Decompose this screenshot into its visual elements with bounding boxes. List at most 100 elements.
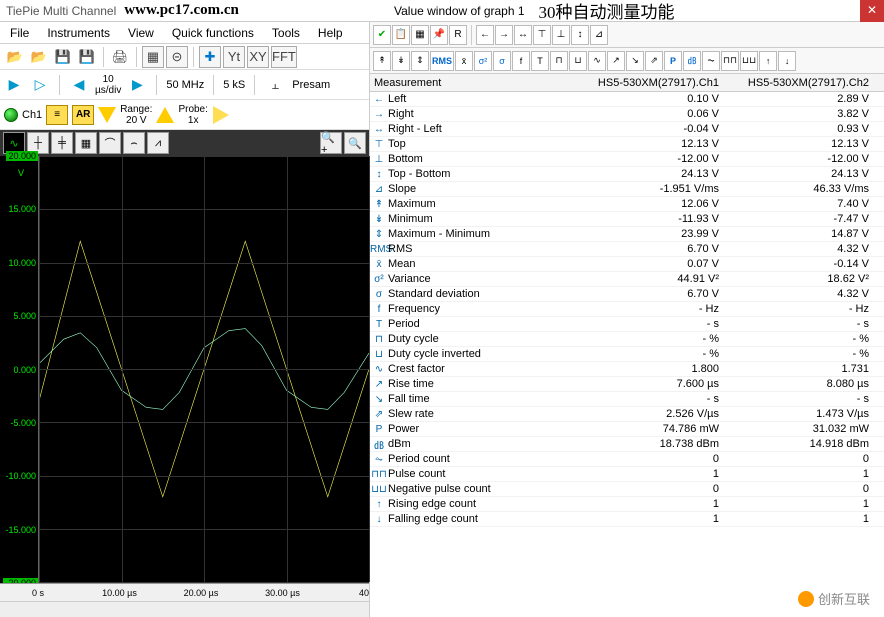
vw-crest-icon[interactable]: ∿ [588,51,606,71]
save-icon[interactable]: 💾 [52,46,74,68]
col-ch2[interactable]: HS5-530XM(27917).Ch2 [725,77,875,89]
vw-max-icon[interactable]: ↟ [373,51,391,71]
menu-instruments[interactable]: Instruments [47,26,110,40]
dec-timebase[interactable]: ◀ [69,75,89,95]
fft-icon[interactable]: FFT [271,46,297,68]
table-row[interactable]: PPower74.786 mW31.032 mW [370,422,884,437]
saveas-icon[interactable]: 💾 [76,46,98,68]
menu-tools[interactable]: Tools [272,26,300,40]
probe-icon[interactable] [213,106,229,124]
table-row[interactable]: ↡Minimum-11.93 V-7.47 V [370,212,884,227]
vw-npulse-icon[interactable]: ⊔⊔ [740,51,758,71]
yt-icon[interactable]: Yt [223,46,245,68]
interp2-icon[interactable]: ⌢ [123,132,145,154]
table-row[interactable]: ↗Rise time7.600 µs8.080 µs [370,377,884,392]
vw-rise-icon[interactable]: ↗ [607,51,625,71]
vw-period-icon[interactable]: T [531,51,549,71]
vw-fall-icon[interactable]: ↘ [626,51,644,71]
vw-var-icon[interactable]: σ² [474,51,492,71]
table-row[interactable]: ⊓⊓Pulse count11 [370,467,884,482]
vw-freq-icon[interactable]: f [512,51,530,71]
table-row[interactable]: ⇕Maximum - Minimum23.99 V14.87 V [370,227,884,242]
vw-dutyi-icon[interactable]: ⊔ [569,51,587,71]
vw-mm-icon[interactable]: ⇕ [411,51,429,71]
vw-slope-icon[interactable]: ⊿ [590,25,608,45]
vw-dbm-icon[interactable]: ㏈ [683,51,701,71]
vw-copy-icon[interactable]: 📋 [392,25,410,45]
table-row[interactable]: ↓Falling edge count11 [370,512,884,527]
vw-redge-icon[interactable]: ↑ [759,51,777,71]
print-icon[interactable]: 🖨 [109,46,131,68]
table-row[interactable]: ㏈dBm18.738 dBm14.918 dBm [370,437,884,452]
vw-pc-icon[interactable]: ⏦ [702,51,720,71]
vw-power-icon[interactable]: P [664,51,682,71]
menu-help[interactable]: Help [318,26,343,40]
vw-bot-icon[interactable]: ⊥ [552,25,570,45]
table-row[interactable]: ∿Crest factor1.8001.731 [370,362,884,377]
table-row[interactable]: TPeriod- s- s [370,317,884,332]
timebase-label[interactable]: 10µs/div [95,74,121,96]
plot-canvas[interactable] [38,156,369,583]
interp1-icon[interactable]: ⌒ [99,132,121,154]
table-row[interactable]: ↘Fall time- s- s [370,392,884,407]
table-row[interactable]: ⊔⊔Negative pulse count00 [370,482,884,497]
meter-icon[interactable]: ⊝ [166,46,188,68]
presample-label[interactable]: Presam [292,79,330,91]
vw-left-icon[interactable]: ← [476,25,494,45]
table-row[interactable]: →Right0.06 V3.82 V [370,107,884,122]
ch1-color-icon[interactable]: ≡ [46,105,68,125]
menu-file[interactable]: File [10,26,29,40]
inc-range-icon[interactable] [156,107,174,123]
graph-area[interactable]: 20.00015.00010.0005.0000.000-5.000-10.00… [0,156,369,583]
table-row[interactable]: ⊤Top12.13 V12.13 V [370,137,884,152]
h-scrollbar[interactable] [0,601,369,617]
table-row[interactable]: ⊿Slope-1.951 V/ms46.33 V/ms [370,182,884,197]
table-row[interactable]: x̄Mean0.07 V-0.14 V [370,257,884,272]
table-row[interactable]: ↑Rising edge count11 [370,497,884,512]
recent-icon[interactable]: 📂 [28,46,50,68]
vw-pin-icon[interactable]: 📌 [430,25,448,45]
dec-range-icon[interactable] [98,107,116,123]
interp3-icon[interactable]: ⩘ [147,132,169,154]
inc-timebase[interactable]: ▶ [127,75,147,95]
vw-lr-icon[interactable]: ↔ [514,25,532,45]
run-button[interactable]: ▶ [4,75,24,95]
vw-std-icon[interactable]: σ [493,51,511,71]
zoom-in-icon[interactable]: 🔍+ [320,132,342,154]
table-row[interactable]: σStandard deviation6.70 V4.32 V [370,287,884,302]
table-row[interactable]: ⊥Bottom-12.00 V-12.00 V [370,152,884,167]
zoom-out-icon[interactable]: 🔍 [344,132,366,154]
vw-right-icon[interactable]: → [495,25,513,45]
table-row[interactable]: ↟Maximum12.06 V7.40 V [370,197,884,212]
col-ch1[interactable]: HS5-530XM(27917).Ch1 [570,77,725,89]
table-row[interactable]: ↕Top - Bottom24.13 V24.13 V [370,167,884,182]
vw-pulse-icon[interactable]: ⊓⊓ [721,51,739,71]
vw-min-icon[interactable]: ↡ [392,51,410,71]
table-row[interactable]: ⏦Period count00 [370,452,884,467]
table-row[interactable]: ⊓Duty cycle- %- % [370,332,884,347]
table-row[interactable]: ⇗Slew rate2.526 V/µs1.473 V/µs [370,407,884,422]
table-row[interactable]: ←Left0.10 V2.89 V [370,92,884,107]
cursor2-icon[interactable]: ╪ [51,132,73,154]
add-icon[interactable]: ✚ [199,46,221,68]
vw-top-icon[interactable]: ⊤ [533,25,551,45]
vw-check-icon[interactable]: ✔ [373,25,391,45]
vw-rms-icon[interactable]: RMS [430,51,454,71]
vw-tb-icon[interactable]: ↕ [571,25,589,45]
sample-count[interactable]: 5 kS [223,79,245,91]
single-button[interactable]: ▷ [30,75,50,95]
grid-icon[interactable]: ▦ [75,132,97,154]
vw-fedge-icon[interactable]: ↓ [778,51,796,71]
close-button[interactable]: ✕ [860,0,884,22]
menu-quick[interactable]: Quick functions [172,26,254,40]
table-row[interactable]: fFrequency- Hz- Hz [370,302,884,317]
col-measurement[interactable]: Measurement [370,77,570,89]
sample-freq[interactable]: 50 MHz [166,79,204,91]
table-row[interactable]: σ²Variance44.91 V²18.62 V² [370,272,884,287]
xy-icon[interactable]: XY [247,46,269,68]
vw-duty-icon[interactable]: ⊓ [550,51,568,71]
table-row[interactable]: ⊔Duty cycle inverted- %- % [370,347,884,362]
table-row[interactable]: RMSRMS6.70 V4.32 V [370,242,884,257]
vw-grid-icon[interactable]: ▦ [411,25,429,45]
vw-mean-icon[interactable]: x̄ [455,51,473,71]
